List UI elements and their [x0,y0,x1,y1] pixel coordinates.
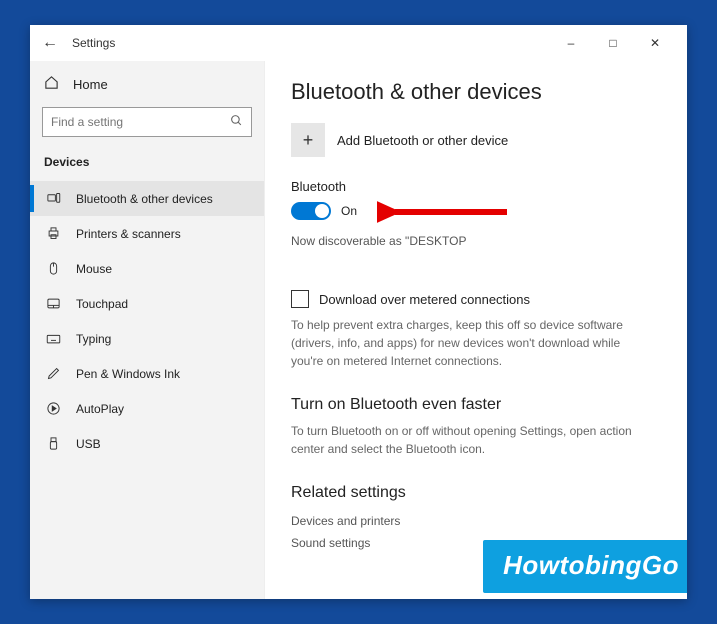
autoplay-icon [44,401,62,416]
nav-label: Bluetooth & other devices [76,192,213,206]
annotation-arrow [377,192,517,237]
mouse-icon [44,261,62,276]
touchpad-icon [44,296,62,311]
printer-icon [44,226,62,241]
close-button[interactable]: ✕ [635,29,675,57]
home-icon [44,75,59,93]
bluetooth-state: On [341,204,357,218]
metered-description: To help prevent extra charges, keep this… [291,316,655,370]
back-button[interactable]: ← [42,34,58,52]
page-title: Bluetooth & other devices [291,79,655,105]
window-controls: ‒ □ ✕ [551,29,675,57]
section-label: Devices [30,151,264,181]
usb-icon [44,436,62,451]
nav-usb[interactable]: USB [30,426,264,461]
nav-printers[interactable]: Printers & scanners [30,216,264,251]
nav-autoplay[interactable]: AutoPlay [30,391,264,426]
related-heading: Related settings [291,484,655,502]
faster-heading: Turn on Bluetooth even faster [291,396,655,414]
nav-typing[interactable]: Typing [30,321,264,356]
home-nav[interactable]: Home [30,67,264,105]
nav-label: USB [76,437,101,451]
nav-label: Typing [76,332,111,346]
nav-label: Touchpad [76,297,128,311]
minimize-button[interactable]: ‒ [551,29,591,57]
bluetooth-toggle[interactable] [291,202,331,220]
keyboard-icon [44,331,62,346]
nav-label: Mouse [76,262,112,276]
link-devices-printers[interactable]: Devices and printers [291,510,655,532]
devices-icon [44,191,62,206]
search-input[interactable] [51,115,230,129]
nav-label: AutoPlay [76,402,124,416]
search-box[interactable] [42,107,252,137]
metered-checkbox[interactable] [291,290,309,308]
metered-label: Download over metered connections [319,292,530,307]
add-device-label: Add Bluetooth or other device [337,133,508,148]
sidebar: Home Devices Bluetooth & other devices [30,61,265,599]
nav-mouse[interactable]: Mouse [30,251,264,286]
nav-label: Printers & scanners [76,227,181,241]
pen-icon [44,366,62,381]
window-body: Home Devices Bluetooth & other devices [30,61,687,599]
watermark-badge: HowtobingGo [483,540,687,593]
add-device-button[interactable]: + Add Bluetooth or other device [291,123,655,157]
home-label: Home [73,77,108,92]
titlebar: ← Settings ‒ □ ✕ [30,25,687,61]
nav-bluetooth[interactable]: Bluetooth & other devices [30,181,264,216]
search-icon [230,114,243,130]
main-content: Bluetooth & other devices + Add Bluetoot… [265,61,687,599]
maximize-button[interactable]: □ [593,29,633,57]
window-title: Settings [72,36,115,50]
settings-window: ← Settings ‒ □ ✕ Home Devices [30,25,687,599]
nav-pen[interactable]: Pen & Windows Ink [30,356,264,391]
faster-description: To turn Bluetooth on or off without open… [291,422,655,458]
plus-icon: + [291,123,325,157]
bluetooth-toggle-row: On [291,202,655,220]
nav-touchpad[interactable]: Touchpad [30,286,264,321]
nav-label: Pen & Windows Ink [76,367,180,381]
metered-row: Download over metered connections [291,290,655,308]
